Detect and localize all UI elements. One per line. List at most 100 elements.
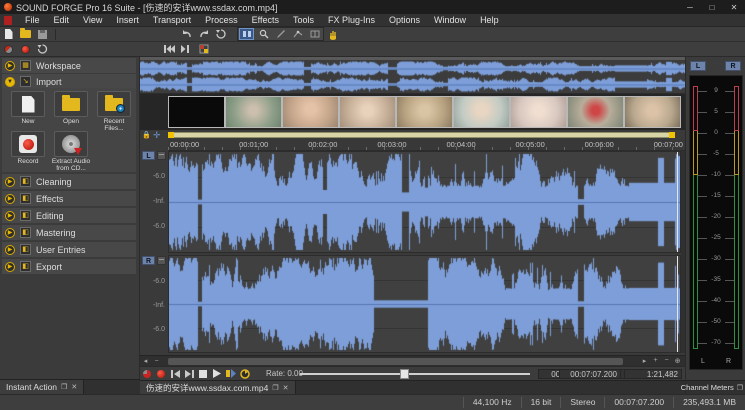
- sidebar-item[interactable]: ▶ ◧ Effects: [2, 191, 136, 206]
- event-tool-icon[interactable]: [307, 28, 322, 40]
- left-channel-waveform[interactable]: [169, 152, 680, 252]
- extract-audio-button[interactable]: Extract Audio from CD...: [51, 131, 91, 173]
- loop-end-marker[interactable]: [669, 132, 675, 138]
- record-button[interactable]: Record: [8, 131, 48, 165]
- float-window-icon[interactable]: ❐: [737, 384, 743, 392]
- close-file-icon[interactable]: ✕: [283, 384, 289, 392]
- loop-region[interactable]: [168, 132, 675, 138]
- expand-arrow-icon[interactable]: ▶: [5, 262, 15, 272]
- close-button[interactable]: ✕: [723, 3, 745, 12]
- zoom-out-time-icon[interactable]: −: [661, 357, 672, 365]
- right-channel-button[interactable]: R: [142, 256, 155, 265]
- menu-item[interactable]: Window: [427, 14, 473, 27]
- menu-item[interactable]: Options: [382, 14, 427, 27]
- go-to-start-icon[interactable]: [168, 368, 182, 380]
- overview-waveform[interactable]: [140, 60, 685, 93]
- save-icon[interactable]: [35, 28, 50, 40]
- move-icon[interactable]: ✛: [153, 130, 161, 141]
- record-icon[interactable]: [154, 368, 168, 380]
- envelope-tool-icon[interactable]: [290, 28, 305, 40]
- meter-display[interactable]: 9 5 0 -5 -10 -15 -20 -25: [689, 75, 743, 370]
- edit-tool-icon[interactable]: [239, 28, 254, 40]
- zoom-in-icon[interactable]: +: [650, 357, 661, 365]
- zoom-out-icon[interactable]: −: [151, 358, 162, 365]
- open-button[interactable]: Open: [51, 91, 91, 125]
- left-channel-button[interactable]: L: [142, 151, 155, 160]
- sidebar-item[interactable]: ▶ ◧ User Entries: [2, 242, 136, 257]
- loop-region-bar[interactable]: [168, 131, 681, 139]
- float-window-icon[interactable]: ❐: [272, 384, 278, 392]
- record-remote-icon[interactable]: [1, 43, 16, 55]
- horizontal-scrollbar[interactable]: ◂ − ▸ + − ⊕: [140, 355, 685, 366]
- record-remote-icon[interactable]: [140, 368, 154, 380]
- meter-right-button[interactable]: R: [725, 61, 741, 71]
- new-file-icon[interactable]: [1, 28, 16, 40]
- menu-item[interactable]: Process: [198, 14, 245, 27]
- open-file-icon[interactable]: [18, 28, 33, 40]
- file-tab[interactable]: 伤速的安详www.ssdax.com.mp4 ❐ ✕: [140, 381, 296, 394]
- menu-item[interactable]: File: [18, 14, 47, 27]
- menu-item[interactable]: Insert: [109, 14, 146, 27]
- expand-arrow-icon[interactable]: ▶: [5, 211, 15, 221]
- lock-icon[interactable]: 🔒: [142, 131, 151, 139]
- float-window-icon[interactable]: ❐: [61, 383, 67, 391]
- go-to-start-icon[interactable]: [162, 43, 177, 55]
- menu-item[interactable]: Tools: [286, 14, 321, 27]
- menu-item[interactable]: Effects: [245, 14, 286, 27]
- menu-item[interactable]: Help: [473, 14, 506, 27]
- go-to-end-icon[interactable]: [179, 43, 194, 55]
- new-button[interactable]: New: [8, 91, 48, 125]
- scroll-right-icon[interactable]: ▸: [639, 357, 650, 365]
- zoom-selection-icon[interactable]: ⊕: [672, 357, 683, 365]
- minimize-channel-icon[interactable]: ─: [157, 151, 166, 160]
- minimize-channel-icon[interactable]: ─: [157, 256, 166, 265]
- menu-item[interactable]: Transport: [146, 14, 198, 27]
- menu-item[interactable]: FX Plug-Ins: [321, 14, 382, 27]
- sidebar-item-workspace[interactable]: ▶ ▦ Workspace: [2, 58, 136, 73]
- snap-icon[interactable]: [196, 43, 211, 55]
- expand-arrow-icon[interactable]: ▶: [5, 177, 15, 187]
- play-cursor[interactable]: [677, 256, 678, 352]
- expand-arrow-icon[interactable]: ▶: [5, 245, 15, 255]
- channel-meters-tab[interactable]: Channel Meters ❐: [686, 380, 745, 394]
- close-panel-icon[interactable]: ✕: [71, 383, 77, 391]
- stop-icon[interactable]: [196, 368, 210, 380]
- undo-icon[interactable]: [179, 28, 194, 40]
- go-to-end-icon[interactable]: [182, 368, 196, 380]
- rate-slider[interactable]: [300, 373, 530, 375]
- redo-icon[interactable]: [196, 28, 211, 40]
- instant-action-tab[interactable]: Instant Action ❐ ✕: [0, 380, 84, 395]
- rate-slider-handle[interactable]: [400, 369, 409, 379]
- expand-arrow-icon[interactable]: ▶: [5, 228, 15, 238]
- collapse-arrow-icon[interactable]: ▼: [5, 77, 15, 87]
- play-icon[interactable]: [210, 368, 224, 380]
- selection-length-display[interactable]: 1:21,482: [624, 369, 682, 379]
- repeat-icon[interactable]: [213, 28, 228, 40]
- play-as-sample-icon[interactable]: [224, 368, 238, 380]
- play-cursor[interactable]: [677, 152, 678, 252]
- magnify-tool-icon[interactable]: [256, 28, 271, 40]
- loop-playback-icon[interactable]: [238, 368, 252, 380]
- minimize-button[interactable]: ─: [679, 3, 701, 12]
- sidebar-item[interactable]: ▶ ◧ Editing: [2, 208, 136, 223]
- sidebar-item[interactable]: ▶ ◧ Export: [2, 259, 136, 274]
- expand-arrow-icon[interactable]: ▶: [5, 194, 15, 204]
- sidebar-item[interactable]: ▶ ◧ Mastering: [2, 225, 136, 240]
- selection-end-display[interactable]: 00:07:07.200: [559, 369, 621, 379]
- pencil-tool-icon[interactable]: [273, 28, 288, 40]
- record-icon[interactable]: [18, 43, 33, 55]
- maximize-button[interactable]: □: [701, 3, 723, 12]
- menu-item[interactable]: Edit: [47, 14, 77, 27]
- sidebar-item-import[interactable]: ▼ ↘ Import: [2, 74, 136, 89]
- time-ruler[interactable]: 00:00:0000:01:0000:02:0000:03:0000:04:00…: [168, 139, 685, 151]
- loop-playback-icon[interactable]: [35, 43, 50, 55]
- hand-tool-icon[interactable]: [325, 28, 340, 40]
- scrollbar-thumb[interactable]: [168, 358, 623, 365]
- scroll-left-icon[interactable]: ◂: [140, 357, 151, 365]
- recent-files-button[interactable]: Recent Files...: [94, 91, 134, 133]
- meter-left-button[interactable]: L: [690, 61, 706, 71]
- loop-start-marker[interactable]: [168, 132, 174, 138]
- expand-arrow-icon[interactable]: ▶: [5, 61, 15, 71]
- right-channel-waveform[interactable]: [169, 256, 680, 352]
- sidebar-item[interactable]: ▶ ◧ Cleaning: [2, 174, 136, 189]
